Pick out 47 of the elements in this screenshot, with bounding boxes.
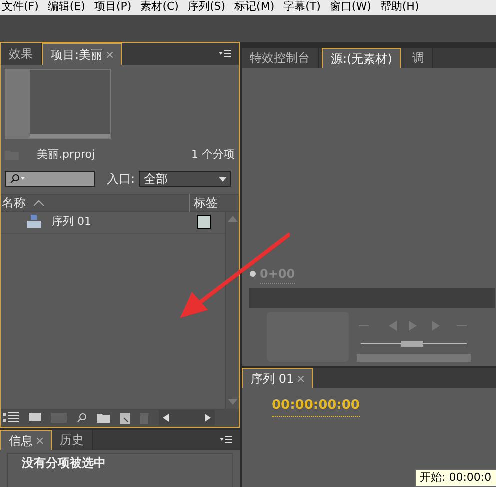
panel-tab[interactable]: 调 <box>404 48 434 68</box>
menu-item[interactable]: 编辑(E) <box>48 0 86 16</box>
panel-tab[interactable]: 效果 <box>1 43 42 65</box>
panel-tab[interactable]: 特效控制台 <box>242 48 319 68</box>
new-item-icon[interactable] <box>120 412 130 424</box>
tooltip: 开始: 00:00:0 <box>415 468 496 487</box>
list-view-icon[interactable] <box>3 412 19 424</box>
timeline-timecode[interactable]: 00:00:00:00 <box>272 396 360 416</box>
list-item[interactable]: 序列 01 <box>1 212 225 234</box>
column-header[interactable]: 名称 <box>1 194 26 212</box>
sort-icon <box>34 200 44 206</box>
menu-item[interactable]: 窗口(W) <box>330 0 372 16</box>
panel-tab[interactable]: 历史 <box>52 430 93 450</box>
menu-item[interactable]: 标记(M) <box>234 0 275 16</box>
sequence-icon <box>27 215 41 229</box>
search-icon[interactable] <box>77 413 87 423</box>
panel-tab[interactable]: 信息 <box>0 430 52 450</box>
menu-item[interactable]: 序列(S) <box>188 0 226 16</box>
panel-menu-icon[interactable] <box>219 50 231 58</box>
search-icon <box>10 174 26 184</box>
close-icon[interactable] <box>37 438 43 444</box>
right-arrow-icon[interactable] <box>205 414 211 422</box>
project-file-name: 美丽.prproj <box>37 147 96 163</box>
panel-tab[interactable]: 序列 01 <box>242 368 314 388</box>
menu-item[interactable]: 字幕(T) <box>284 0 321 16</box>
menu-item[interactable]: 文件(F) <box>2 0 39 16</box>
panel-tab[interactable]: 源:(无素材) <box>322 48 402 68</box>
close-icon[interactable] <box>298 376 304 382</box>
label-swatch[interactable] <box>197 215 211 229</box>
horizontal-scrollbar[interactable] <box>159 410 215 426</box>
playhead-dot-icon <box>250 271 256 277</box>
panel-menu-icon[interactable] <box>220 436 232 444</box>
menu-item[interactable]: 项目(P) <box>94 0 132 16</box>
item-name: 序列 01 <box>52 214 92 230</box>
entry-label: 入口: <box>106 170 135 188</box>
panel-tab[interactable]: 项目:美丽 <box>42 43 122 65</box>
close-icon[interactable] <box>107 52 114 58</box>
menu-item[interactable]: 帮助(H) <box>380 0 420 16</box>
entry-dropdown[interactable]: 全部 <box>139 170 231 186</box>
jog-shuttle-drawing[interactable] <box>357 340 471 364</box>
item-count: 1 个分项 <box>192 147 235 163</box>
menu-item[interactable]: 素材(C) <box>140 0 179 16</box>
folder-icon[interactable] <box>97 413 110 423</box>
icon-view-icon[interactable] <box>29 413 41 423</box>
left-arrow-icon[interactable] <box>163 414 169 422</box>
search-field[interactable] <box>5 170 95 186</box>
info-message: 没有分项被选中 <box>21 455 107 472</box>
